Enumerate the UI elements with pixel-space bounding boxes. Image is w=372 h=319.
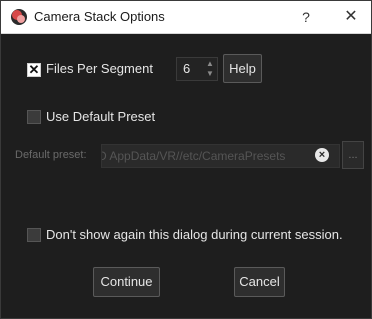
help-button[interactable]: Help <box>223 54 262 83</box>
title-bar[interactable]: Camera Stack Options ? ✕ <box>1 1 371 34</box>
checkmark-icon: ✕ <box>28 62 40 77</box>
window-title: Camera Stack Options <box>34 9 165 24</box>
use-default-preset-checkbox[interactable] <box>27 110 41 124</box>
spin-up-icon[interactable]: ▲ <box>204 59 216 69</box>
clear-icon[interactable]: × <box>315 148 329 162</box>
files-per-segment-label: Files Per Segment <box>46 61 153 76</box>
continue-button[interactable]: Continue <box>93 267 160 297</box>
dont-show-again-checkbox[interactable] <box>27 228 41 242</box>
browse-button[interactable]: ... <box>342 141 364 169</box>
camera-app-icon <box>11 9 27 25</box>
spin-down-icon[interactable]: ▼ <box>204 69 216 79</box>
spinbox-value: 6 <box>183 61 191 76</box>
files-per-segment-spinbox[interactable]: 6 ▲ ▼ <box>176 57 218 81</box>
close-icon[interactable]: ✕ <box>339 7 363 27</box>
files-per-segment-checkbox[interactable]: ✕ <box>27 62 41 77</box>
dont-show-again-label: Don't show again this dialog during curr… <box>46 227 343 242</box>
camera-stack-options-dialog: Camera Stack Options ? ✕ ✕ Files Per Seg… <box>0 0 372 319</box>
default-preset-path: D AppData/VR//etc/CameraPresets <box>101 149 286 163</box>
question-icon[interactable]: ? <box>295 7 317 27</box>
default-preset-label: Default preset: <box>15 149 87 161</box>
default-preset-field[interactable]: D AppData/VR//etc/CameraPresets <box>101 144 340 168</box>
cancel-button[interactable]: Cancel <box>234 267 285 297</box>
use-default-preset-label: Use Default Preset <box>46 109 156 124</box>
